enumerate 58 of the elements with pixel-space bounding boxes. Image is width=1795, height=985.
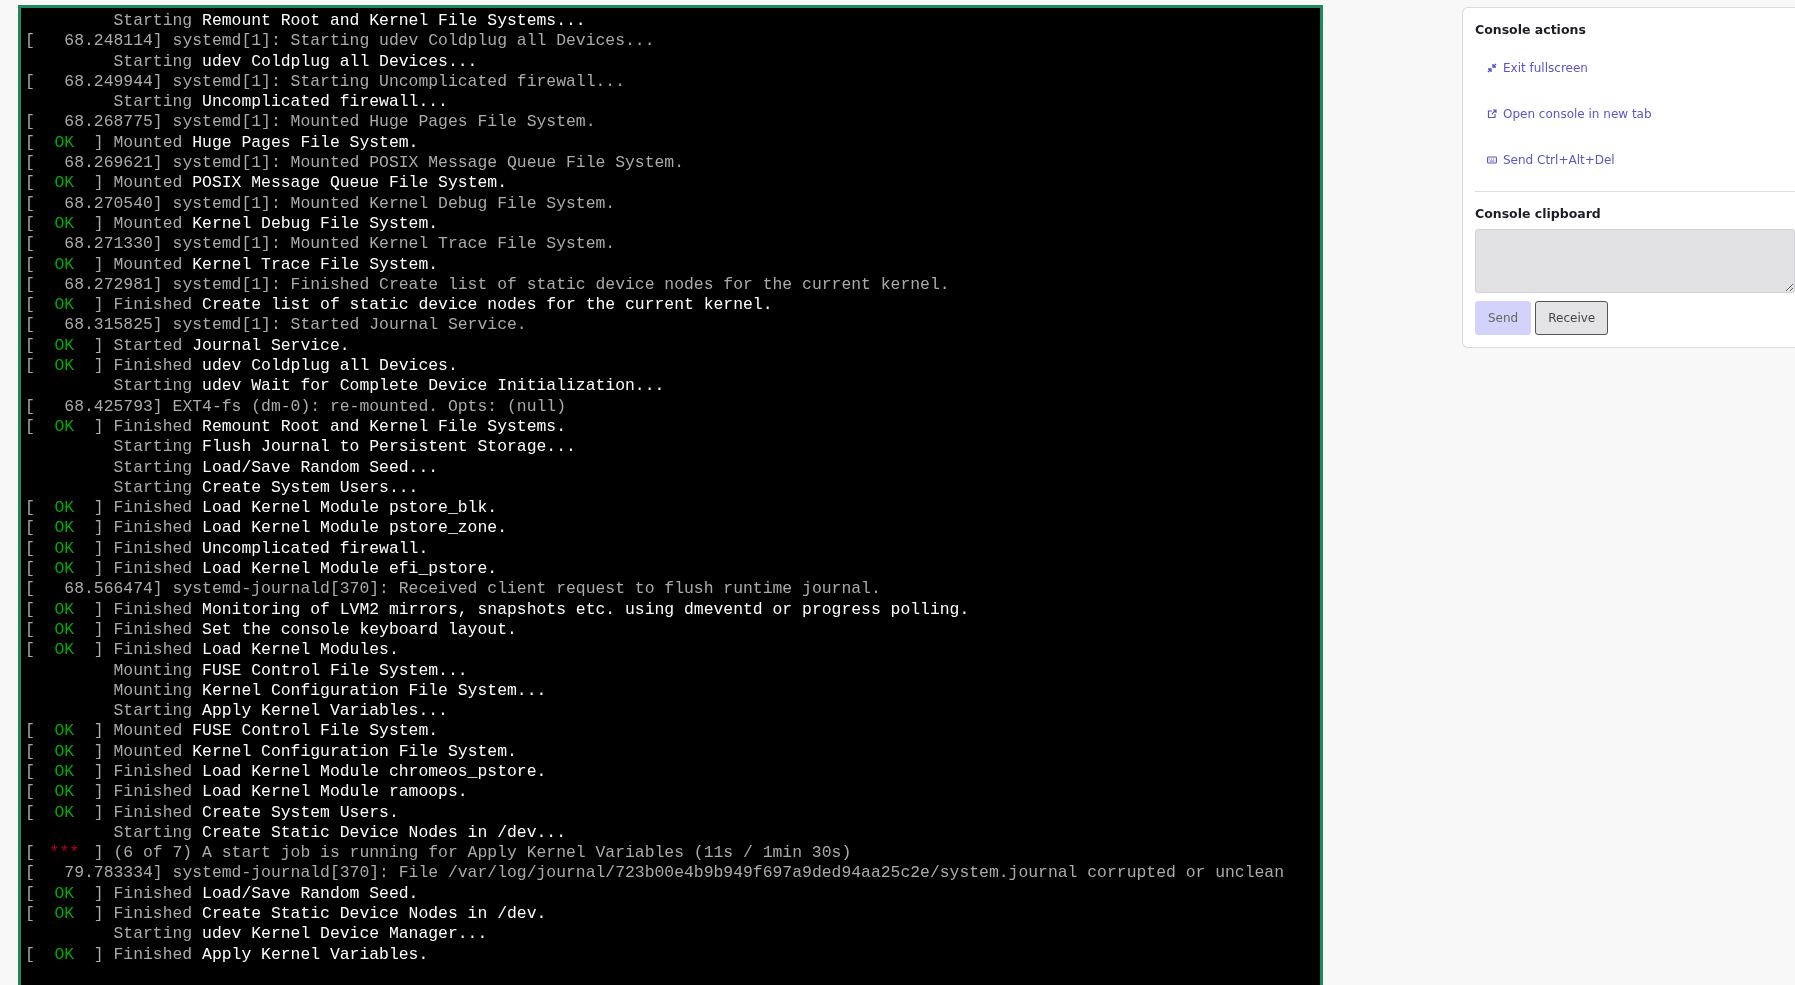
- console-line: Starting Uncomplicated firewall...: [112, 92, 449, 113]
- collapse-arrows-icon: [1487, 63, 1497, 73]
- console-line: [ 68.271330] systemd[1]: Mounted Kernel Trace File System.: [25, 234, 617, 255]
- keyboard-icon: [1487, 155, 1497, 165]
- console-line: [ OK ] Finished Apply Kernel Variables.: [25, 944, 430, 965]
- console-line: Mounting FUSE Control File System...: [112, 660, 469, 681]
- external-link-icon: [1487, 109, 1497, 119]
- console-line: Starting Apply Kernel Variables...: [112, 701, 449, 722]
- console-line: [ 68.269621] systemd[1]: Mounted POSIX Message Queue File System.: [25, 153, 685, 174]
- console-line: [ OK ] Finished Create Static Device Nodes in /dev.: [25, 904, 548, 925]
- console-line: [ 68.248114] systemd[1]: Starting udev Coldplug all Devices...: [25, 31, 656, 52]
- console-line: [ OK ] Started Journal Service.: [25, 335, 351, 357]
- console-line: [ OK ] Finished Create System Users.: [25, 802, 400, 823]
- console-line: Starting udev Wait for Complete Device Initialization...: [112, 376, 666, 397]
- receive-button[interactable]: Receive: [1535, 301, 1609, 335]
- console-line: [ OK ] Mounted Kernel Configuration File System.: [25, 741, 518, 762]
- console-line: [ 68.566474] systemd-journald[370]: Received client request to flush runtime journal.: [25, 579, 882, 600]
- console-screen[interactable]: [18, 5, 1323, 985]
- console-line: [ 68.268775] systemd[1]: Mounted Huge Pages File System.: [25, 112, 597, 133]
- console-line: [ OK ] Finished udev Coldplug all Devices.: [25, 356, 459, 377]
- console-line: [ OK ] Finished Create list of static device nodes for the current kernel.: [25, 295, 774, 316]
- action-link[interactable]: Send Ctrl+Alt+Del: [1475, 151, 1795, 169]
- console-line: [ OK ] Finished Load Kernel Module ramoops.: [25, 782, 469, 803]
- action-link[interactable]: Exit fullscreen: [1475, 59, 1795, 77]
- console-line: Starting Load/Save Random Seed...: [112, 457, 440, 478]
- action-link[interactable]: Open console in new tab: [1475, 105, 1795, 123]
- console-line: [ 68.315825] systemd[1]: Started Journal Service.: [25, 315, 528, 336]
- console-line: [ 68.425793] EXT4-fs (dm-0): re-mounted. Opts: (null): [25, 396, 567, 417]
- console-line: Starting Create Static Device Nodes in /dev...: [112, 822, 567, 844]
- console-line: [ 68.270540] systemd[1]: Mounted Kernel Debug File System.: [25, 193, 617, 214]
- console-line: [ 68.249944] systemd[1]: Starting Uncomplicated firewall...: [25, 71, 626, 93]
- console-line: [ *** ] (6 of 7) A start job is running for Apply Kernel Variables (11s / 1min 30s): [25, 843, 853, 864]
- console-line: [ OK ] Mounted Huge Pages File System.: [25, 132, 420, 154]
- console-line: [ OK ] Mounted Kernel Trace File System.: [25, 254, 440, 275]
- section-title: Console actions: [1475, 22, 1587, 37]
- console-line: [ OK ] Finished Load Kernel Module pstore_zone.: [25, 518, 508, 539]
- console-line: [ OK ] Finished Load Kernel Module pstore_blk.: [25, 498, 499, 519]
- console-line: Starting Create System Users...: [112, 477, 420, 499]
- console-line: [ OK ] Mounted Kernel Debug File System.: [25, 213, 440, 235]
- console-line: Starting Remount Root and Kernel File Systems...: [112, 11, 587, 32]
- console-line: [ OK ] Mounted POSIX Message Queue File System.: [25, 173, 508, 194]
- console-line: [ OK ] Finished Uncomplicated firewall.: [25, 538, 430, 559]
- console-line: Starting udev Kernel Device Manager...: [112, 924, 489, 945]
- console-line: [ OK ] Finished Load Kernel Modules.: [25, 640, 400, 661]
- console-line: [ OK ] Finished Load Kernel Module efi_pstore.: [25, 559, 499, 580]
- console-line: [ OK ] Finished Load Kernel Module chromeos_pstore.: [25, 762, 548, 783]
- console-line: [ 68.272981] systemd[1]: Finished Create list of static device nodes for the current kernel.: [25, 274, 951, 296]
- console-line: [ OK ] Mounted FUSE Control File System.: [25, 721, 440, 742]
- section-title: Console clipboard: [1475, 206, 1602, 221]
- clipboard-field[interactable]: [1475, 229, 1795, 293]
- console-line: Starting Flush Journal to Persistent Storage...: [112, 437, 577, 458]
- console-line: [ OK ] Finished Monitoring of LVM2 mirrors, snapshots etc. using dmeventd or progress polling.: [25, 599, 971, 620]
- console-line: Mounting Kernel Configuration File System...: [112, 680, 548, 702]
- console-line: [ OK ] Finished Load/Save Random Seed.: [25, 883, 420, 905]
- console-line: [ 79.783334] systemd-journald[370]: File /var/log/journal/723b00e4b9b949f697a9ded94aa25c2e/system.journal corrupted or unclean: [25, 863, 1285, 884]
- console-line: Starting udev Coldplug all Devices...: [112, 51, 479, 72]
- console-line: [ OK ] Finished Remount Root and Kernel File Systems.: [25, 416, 567, 438]
- console-line: [ OK ] Finished Set the console keyboard layout.: [25, 619, 518, 641]
